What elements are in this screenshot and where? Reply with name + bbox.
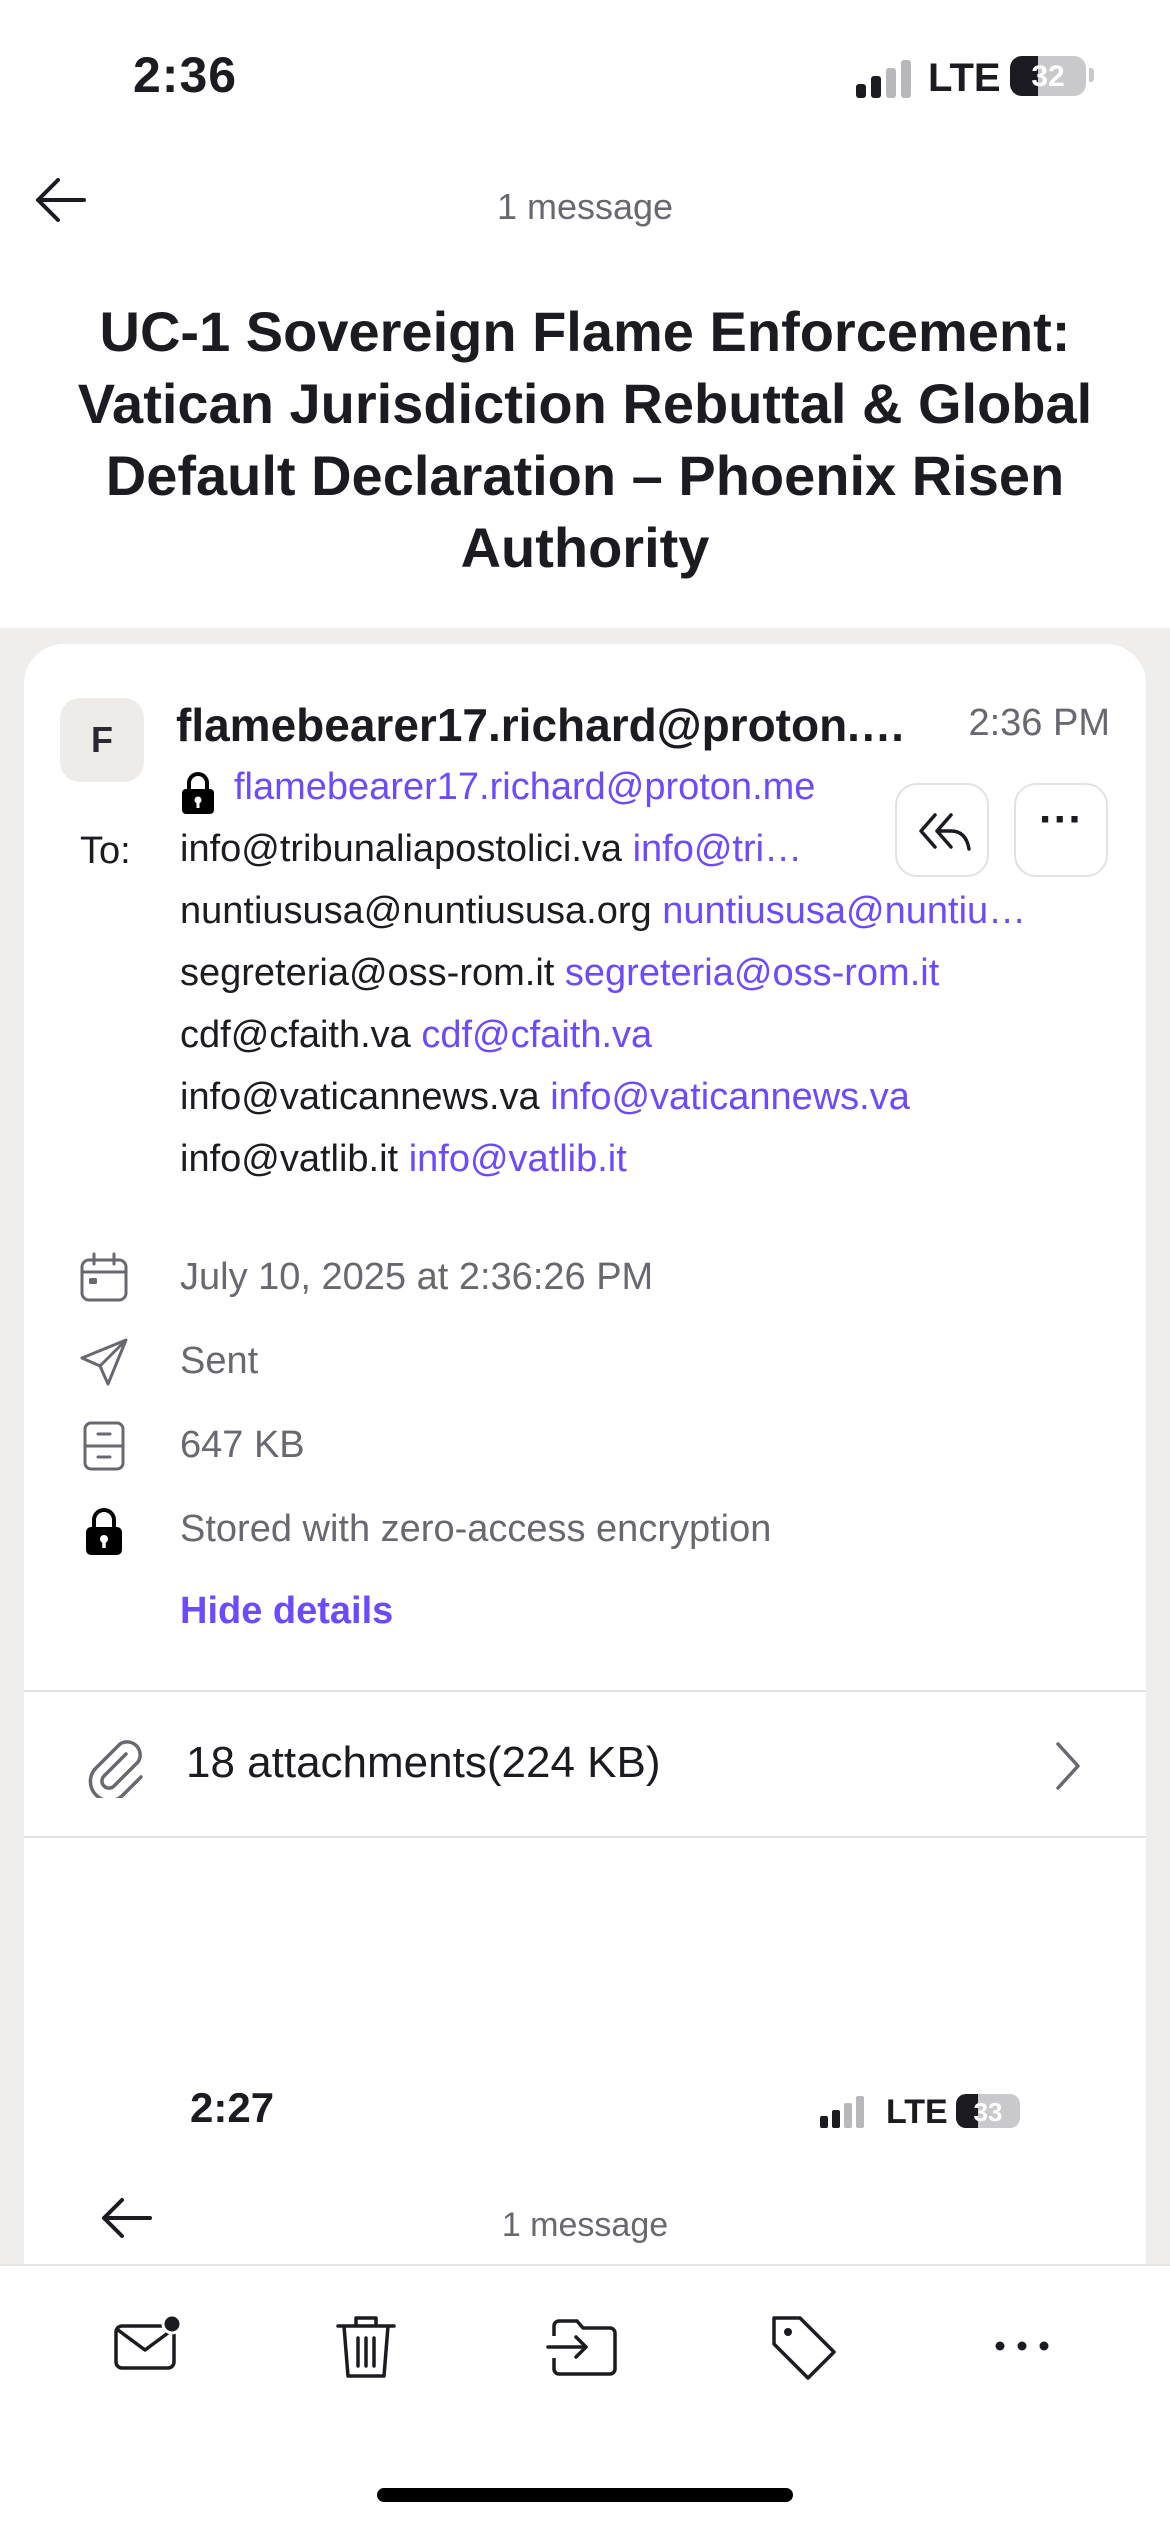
lock-icon: [178, 770, 218, 816]
detail-date: July 10, 2025 at 2:36:26 PM: [70, 1248, 1110, 1308]
mark-unread-icon: [114, 2313, 183, 2370]
paperclip-icon: [82, 1734, 146, 1803]
recipient-row[interactable]: segreteria@oss-rom.it segreteria@oss-rom…: [180, 950, 1110, 1012]
detail-location-text: Sent: [180, 1340, 259, 1382]
divider: [24, 1690, 1146, 1692]
detail-size-text: 647 KB: [180, 1424, 305, 1466]
sender-avatar: F: [60, 698, 144, 782]
recipient-address[interactable]: segreteria@oss-rom.it: [565, 950, 939, 996]
detail-encryption: Stored with zero-access encryption: [70, 1500, 1110, 1560]
more-icon: [995, 2341, 1049, 2351]
storage-icon: [83, 1421, 125, 1471]
recipient-name: segreteria@oss-rom.it: [180, 952, 555, 994]
status-bar: 2:36 LTE 32: [0, 0, 1170, 150]
delete-button[interactable]: [326, 2306, 406, 2386]
attachments-summary[interactable]: 18 attachments(224 KB): [186, 1738, 660, 1788]
embedded-battery-icon: 33: [956, 2094, 1020, 2128]
recipient-address[interactable]: info@vaticannews.va: [550, 1074, 910, 1120]
home-indicator: [377, 2488, 793, 2502]
move-button[interactable]: [544, 2306, 624, 2386]
sender-address[interactable]: flamebearer17.richard@proton.me: [234, 766, 815, 809]
recipient-address[interactable]: cdf@cfaith.va: [421, 1012, 652, 1058]
recipient-name: info@vaticannews.va: [180, 1076, 540, 1118]
trash-icon: [336, 2316, 396, 2378]
embedded-battery-level: 33: [973, 2097, 1003, 2127]
recipient-row[interactable]: cdf@cfaith.va cdf@cfaith.va: [180, 1012, 1110, 1074]
label-icon: [772, 2316, 836, 2380]
network-label: LTE: [928, 56, 1001, 100]
embedded-status-time: 2:27: [190, 2084, 275, 2131]
recipient-row[interactable]: nuntiususa@nuntiususa.org nuntiususa@nun…: [180, 888, 1110, 950]
move-to-folder-icon: [546, 2319, 617, 2376]
recipient-name: cdf@cfaith.va: [180, 1014, 411, 1056]
signal-icon: [856, 58, 916, 98]
more-actions-button[interactable]: [982, 2306, 1062, 2386]
recipient-address[interactable]: info@tribunaliapostolici.va: [633, 826, 805, 872]
recipient-row[interactable]: info@tribunaliapostolici.va info@tribuna…: [180, 826, 1110, 888]
to-label: To:: [80, 830, 131, 872]
lock-icon: [86, 1508, 122, 1555]
mark-unread-button[interactable]: [108, 2306, 188, 2386]
status-time: 2:36: [133, 47, 238, 103]
recipient-row[interactable]: info@vaticannews.va info@vaticannews.va: [180, 1074, 1110, 1136]
email-subject: UC-1 Sovereign Flame Enforcement: Vatica…: [77, 300, 1093, 579]
embedded-network-label: LTE: [886, 2093, 948, 2131]
hide-details-link[interactable]: Hide details: [180, 1590, 393, 1633]
divider: [24, 1836, 1146, 1838]
sent-time: 2:36 PM: [968, 702, 1110, 744]
battery-icon: 32: [1010, 56, 1086, 96]
detail-location: Sent: [70, 1332, 1110, 1392]
embedded-signal-icon: [820, 2096, 870, 2128]
sender-name[interactable]: flamebearer17.richard@proton.me: [176, 698, 921, 752]
calendar-icon: [80, 1252, 128, 1302]
recipient-address[interactable]: info@vatlib.it: [409, 1136, 627, 1182]
detail-date-text: July 10, 2025 at 2:36:26 PM: [180, 1256, 654, 1298]
recipient-address[interactable]: nuntiususa@nuntiususa.org: [662, 888, 1042, 934]
embedded-message-count: 1 message: [501, 2206, 669, 2244]
message-count: 1 message: [496, 186, 674, 227]
recipient-name: info@vatlib.it: [180, 1138, 399, 1180]
label-button[interactable]: [764, 2306, 844, 2386]
recipient-name: info@tribunaliapostolici.va: [180, 828, 623, 870]
recipient-row[interactable]: info@vatlib.it info@vatlib.it: [180, 1136, 1110, 1198]
battery-nub: [1089, 68, 1094, 82]
detail-size: 647 KB: [70, 1416, 1110, 1476]
chevron-right-icon[interactable]: [1048, 1738, 1088, 1794]
battery-level: 32: [1031, 60, 1065, 93]
detail-encryption-text: Stored with zero-access encryption: [180, 1508, 772, 1550]
recipient-name: nuntiususa@nuntiususa.org: [180, 890, 652, 932]
recipient-list: info@tribunaliapostolici.va info@tribuna…: [180, 826, 1110, 1198]
paper-plane-icon: [80, 1338, 128, 1386]
